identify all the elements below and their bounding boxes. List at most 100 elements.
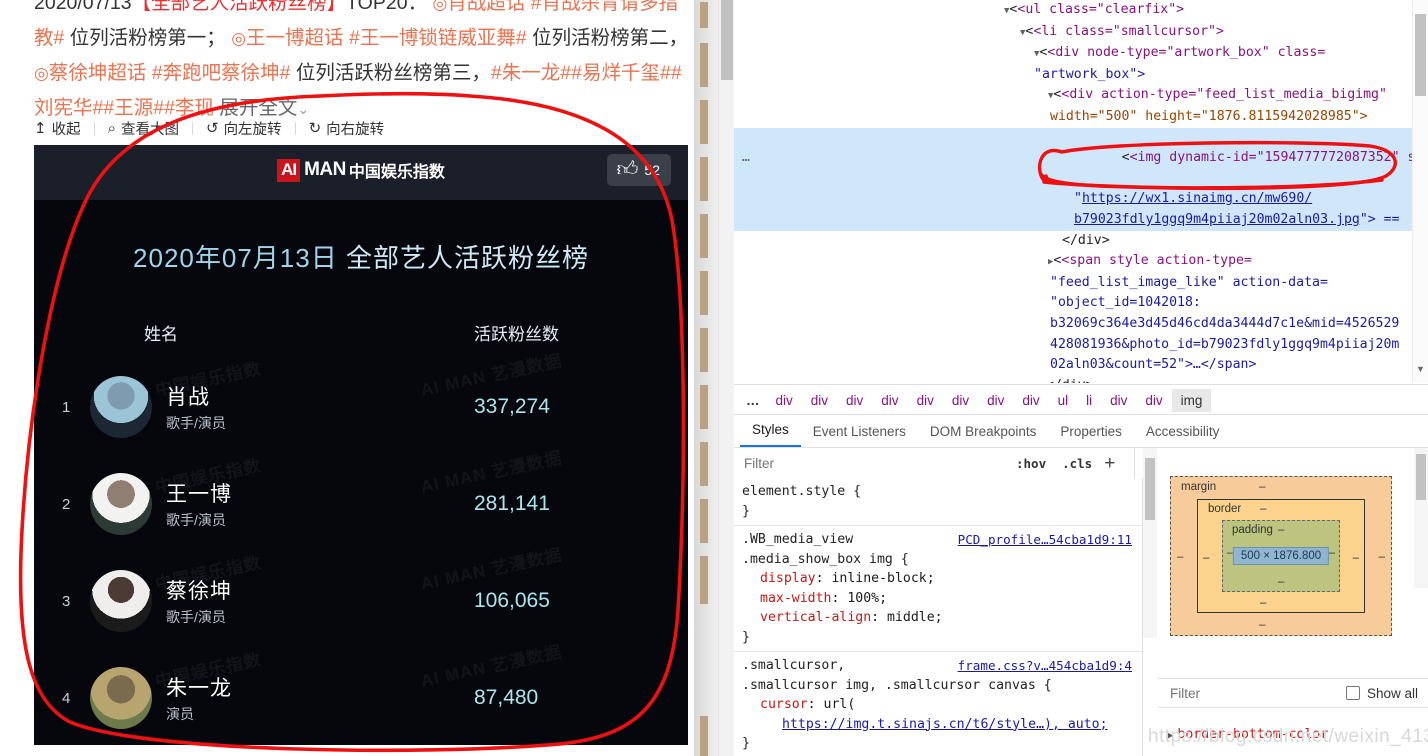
- box-model-border-right[interactable]: –: [1353, 552, 1359, 564]
- devtools-sidebar-tabs[interactable]: Styles Event Listeners DOM Breakpoints P…: [734, 414, 1428, 447]
- rule-element-style[interactable]: element.style { }: [734, 478, 1142, 526]
- table-row: 1 肖战 歌手/演员 337,274 中国娱乐指数 AI MAN 艺漫数据: [34, 351, 688, 456]
- css-cursor-url[interactable]: https://img.t.sinajs.cn/t6/style…), auto…: [782, 717, 1108, 732]
- hashtag-3[interactable]: #奔跑吧蔡徐坤#: [152, 62, 291, 84]
- css-property-value[interactable]: url(: [824, 697, 856, 712]
- css-property-name[interactable]: max-width: [742, 591, 831, 606]
- breadcrumb-ellipsis[interactable]: …: [740, 389, 767, 412]
- css-property-name[interactable]: cursor: [742, 697, 808, 712]
- tab-event-listeners[interactable]: Event Listeners: [801, 419, 918, 447]
- tab-styles[interactable]: Styles: [740, 417, 801, 447]
- breadcrumb-item-div[interactable]: div: [1101, 389, 1136, 412]
- computed-first-property[interactable]: ▶ border-bottom-color: [1168, 727, 1328, 742]
- collapse-button[interactable]: ↥ 收起: [34, 118, 94, 139]
- tab-accessibility[interactable]: Accessibility: [1134, 419, 1232, 447]
- computed-filter-input[interactable]: [1168, 684, 1282, 702]
- chevron-down-icon[interactable]: ▼: [1415, 364, 1426, 374]
- breadcrumb-item-div[interactable]: div: [908, 389, 943, 412]
- cls-button[interactable]: .cls: [1054, 456, 1100, 471]
- fan-count: 281,141: [474, 492, 550, 515]
- dom-src-url-line2[interactable]: b79023fdly1ggq9m4piiaj20m02aln03.jpg: [1074, 212, 1360, 227]
- hashtag-5[interactable]: #易烊千玺#: [571, 62, 671, 84]
- breadcrumb-item-div[interactable]: div: [1013, 389, 1048, 412]
- checkbox-icon[interactable]: [1345, 686, 1360, 700]
- dom-tree-scrollbar[interactable]: ▼: [1412, 0, 1428, 383]
- like-button[interactable]: 👍︎ 52: [607, 154, 671, 186]
- rotate-right-button[interactable]: ↻ 向右旋转: [309, 118, 398, 139]
- dom-src-url-line1[interactable]: https://wx1.sinaimg.cn/mw690/: [1082, 191, 1312, 206]
- tab-properties[interactable]: Properties: [1048, 419, 1134, 447]
- box-model-border-top[interactable]: –: [1260, 503, 1266, 515]
- hov-button[interactable]: :hov: [1008, 456, 1054, 471]
- breadcrumb-item-div[interactable]: div: [978, 389, 1013, 412]
- table-row: 3 蔡徐坤 歌手/演员 106,065 中国娱乐指数 AI MAN 艺漫数据: [34, 545, 688, 650]
- rule-smallcursor[interactable]: frame.css?v…454cba1d9:4 .smallcursor, .s…: [734, 652, 1142, 756]
- new-style-rule-button[interactable]: +: [1100, 454, 1119, 473]
- styles-pane: element.style { } PCD_profile…54cba1d9:1…: [734, 478, 1143, 756]
- css-property-name[interactable]: display: [742, 571, 816, 586]
- topic-link-1[interactable]: 肖战超话: [447, 0, 525, 14]
- hashtag-2[interactable]: #王一博锁链威亚舞#: [349, 27, 527, 49]
- toolbar-divider-3: [294, 121, 296, 135]
- hashtag-4[interactable]: #朱一龙#: [491, 62, 571, 84]
- ranking-title-name: 全部艺人活跃粉丝榜: [345, 243, 589, 273]
- box-model-padding-right[interactable]: –: [1329, 547, 1335, 559]
- artist-role: 演员: [166, 706, 194, 722]
- css-property-value[interactable]: 100%;: [847, 591, 887, 606]
- box-model-border-bottom[interactable]: –: [1260, 597, 1266, 609]
- rule-wb-media-view[interactable]: PCD_profile…54cba1d9:11 .WB_media_view .…: [734, 526, 1142, 652]
- breadcrumb-item-img[interactable]: img: [1171, 388, 1212, 412]
- page-scrollbar-thumb[interactable]: [721, 0, 733, 80]
- breadcrumb-item-div[interactable]: div: [837, 389, 872, 412]
- topic-link-2[interactable]: 王一博超话: [246, 27, 344, 49]
- computed-scrollbar-thumb[interactable]: [1416, 454, 1426, 500]
- ranking-image[interactable]: AI MAN 中国娱乐指数 👍︎ 52 2020年07月13日 全部艺人活跃粉丝榜 …: [34, 145, 688, 745]
- fan-count: 106,065: [474, 589, 550, 612]
- view-large-button[interactable]: ⌕ 查看大图: [108, 118, 192, 139]
- topic-link-3[interactable]: 蔡徐坤超话: [49, 62, 147, 84]
- show-all-toggle[interactable]: Show all: [1345, 686, 1418, 701]
- dom-scrollbar-thumb[interactable]: [1415, 14, 1426, 96]
- rule-source-link[interactable]: frame.css?v…454cba1d9:4: [958, 656, 1132, 676]
- computed-scrollbar[interactable]: [1414, 448, 1428, 588]
- devtools-panel: ▼<<ul class="clearfix"> ▼<<li class="sma…: [734, 0, 1428, 756]
- rotate-left-label: 向左旋转: [223, 121, 282, 138]
- box-model-margin-left[interactable]: –: [1177, 551, 1183, 563]
- box-model-padding-bottom[interactable]: –: [1278, 576, 1284, 588]
- tab-dom-breakpoints[interactable]: DOM Breakpoints: [918, 419, 1049, 447]
- box-model-border-left[interactable]: –: [1203, 552, 1209, 564]
- breadcrumb-item-div[interactable]: div: [802, 389, 837, 412]
- rotate-left-button[interactable]: ↺ 向左旋转: [206, 118, 295, 139]
- location-pin-icon-2: ◎: [231, 29, 247, 48]
- thumbs-up-icon: 👍︎: [616, 158, 639, 181]
- box-model-border-label: border: [1208, 503, 1242, 515]
- box-model-margin-top[interactable]: –: [1259, 481, 1265, 493]
- breadcrumb-item-div[interactable]: div: [1136, 389, 1171, 412]
- post-text: 2020/07/13【全部艺人活跃粉丝榜】TOP20： ◎肖战超话 #肖战杀青请…: [34, 0, 694, 126]
- post-mid-2: 位列活粉榜第二，: [526, 27, 689, 49]
- styles-scrollbar[interactable]: [1143, 448, 1157, 638]
- dom-ellipsis-marker[interactable]: …: [742, 148, 751, 169]
- css-property-value[interactable]: inline-block;: [831, 571, 934, 586]
- dom-tree[interactable]: ▼<<ul class="clearfix"> ▼<<li class="sma…: [734, 0, 1428, 383]
- breadcrumb-item-li[interactable]: li: [1077, 389, 1101, 412]
- rank-number: 1: [62, 399, 71, 416]
- breadcrumb[interactable]: … div div div div div div div div ul li …: [734, 384, 1428, 415]
- box-model-content-size[interactable]: 500 × 1876.800: [1232, 547, 1330, 565]
- styles-filter-input[interactable]: [742, 455, 1008, 472]
- box-model-margin-bottom[interactable]: –: [1259, 619, 1265, 631]
- breadcrumb-item-div[interactable]: div: [943, 389, 978, 412]
- css-property-name[interactable]: vertical-align: [742, 610, 871, 625]
- box-model-padding-top[interactable]: –: [1278, 524, 1284, 536]
- breadcrumb-item-div[interactable]: div: [767, 389, 802, 412]
- rule-source-link[interactable]: PCD_profile…54cba1d9:11: [958, 530, 1132, 550]
- css-property-value[interactable]: middle;: [887, 610, 943, 625]
- breadcrumb-item-div[interactable]: div: [872, 389, 907, 412]
- styles-scrollbar-thumb[interactable]: [1145, 458, 1155, 520]
- dom-span-action-data-2: b32069c364e3d45d46cd4da3444d7c1e&mid=452…: [1050, 315, 1400, 331]
- box-model-margin-right[interactable]: –: [1379, 551, 1385, 563]
- chevron-right-icon[interactable]: ▶: [1168, 731, 1173, 741]
- artist-name: 蔡徐坤: [166, 580, 232, 603]
- page-scrollbar[interactable]: [718, 0, 735, 756]
- breadcrumb-item-ul[interactable]: ul: [1049, 389, 1078, 412]
